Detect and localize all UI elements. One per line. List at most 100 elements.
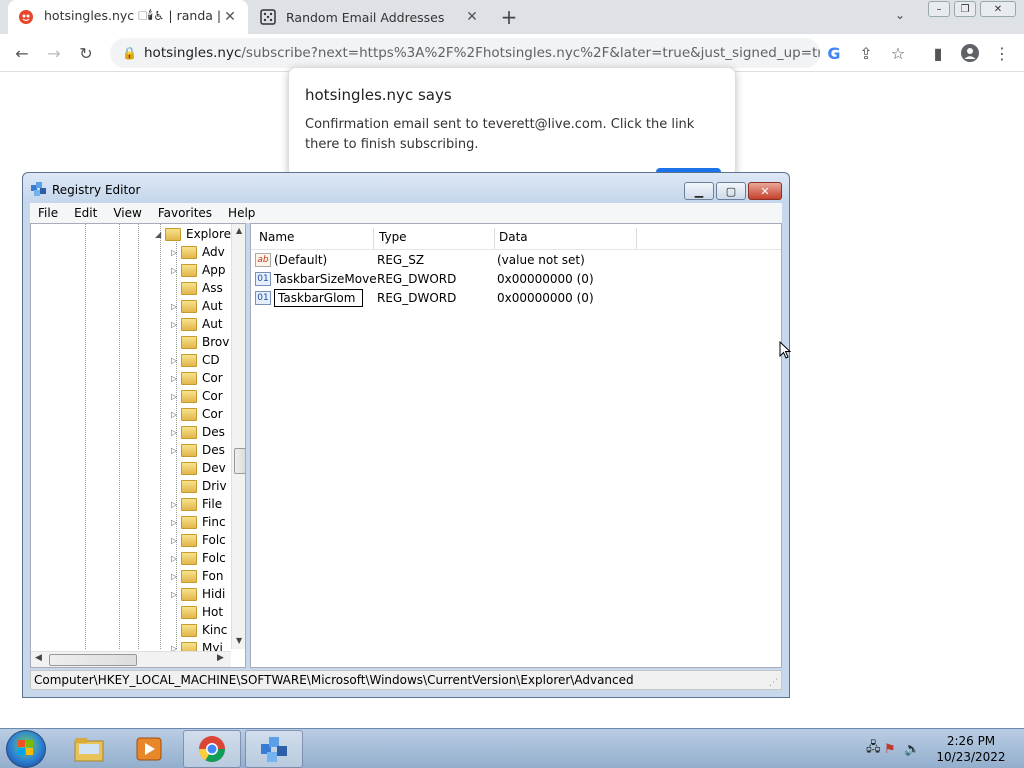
maximize-button[interactable]: ▢ [716,182,746,200]
tree-item[interactable]: ▷ Des [171,423,225,441]
google-lens-icon[interactable]: G [822,41,846,65]
tree-item[interactable]: Kinc [171,621,227,639]
value-row-taskbarglom[interactable]: 01 REG_DWORD 0x00000000 (0) [255,289,775,307]
column-separator[interactable] [373,228,374,250]
expand-arrow-icon[interactable]: ▷ [171,446,181,455]
values-list-pane[interactable]: Name Type Data ab (Default) REG_SZ (valu… [250,223,782,668]
tree-item[interactable]: ▷ Fon [171,567,223,585]
minimize-button[interactable]: ▁ [684,182,714,200]
expand-arrow-icon[interactable]: ▷ [171,266,181,275]
chrome-taskbar-button[interactable] [183,730,241,768]
expand-arrow-icon[interactable]: ▷ [171,392,181,401]
close-tab-icon[interactable]: ✕ [222,9,238,25]
tree-item[interactable]: ▷ Aut [171,315,223,333]
tab-random-email[interactable]: Random Email Addresses ✕ [250,0,490,34]
close-button[interactable]: ✕ [748,182,782,200]
expand-arrow-icon[interactable]: ▷ [171,428,181,437]
scroll-down-arrow-icon[interactable]: ▼ [236,636,242,645]
forward-arrow-icon[interactable]: → [42,41,66,65]
tree-item[interactable]: ▷ Cor [171,369,223,387]
tree-item[interactable]: Dev [171,459,226,477]
expand-arrow-icon[interactable]: ▷ [171,518,181,527]
scroll-left-arrow-icon[interactable]: ◀ [35,653,42,663]
star-bookmark-icon[interactable]: ☆ [886,41,910,65]
menu-help[interactable]: Help [220,206,263,220]
header-divider [251,249,781,250]
minimize-window-button[interactable]: – [928,1,950,17]
volume-icon[interactable]: 🔈 [904,742,924,757]
tree-item[interactable]: Ass [171,279,223,297]
taskbar-clock[interactable]: 2:26 PM 10/23/2022 [928,733,1014,765]
tree-item[interactable]: Brov [171,333,229,351]
expand-arrow-icon[interactable]: ▷ [171,320,181,329]
tree-item[interactable]: Hot [171,603,223,621]
explorer-taskbar-button[interactable] [60,730,118,768]
start-button[interactable] [6,730,46,768]
menu-edit[interactable]: Edit [66,206,105,220]
media-player-taskbar-button[interactable] [120,730,178,768]
folder-icon [181,533,197,547]
value-row-taskbarsizemove[interactable]: 01 TaskbarSizeMove REG_DWORD 0x00000000 … [255,270,775,288]
expand-arrow-icon[interactable]: ▷ [171,500,181,509]
tree-item[interactable]: ▷ Adv [171,243,225,261]
expand-arrow-icon[interactable]: ▷ [171,554,181,563]
menu-view[interactable]: View [105,206,149,220]
scroll-up-arrow-icon[interactable]: ▲ [236,226,242,235]
expand-arrow-icon[interactable]: ▷ [171,302,181,311]
expand-arrow-icon[interactable]: ▷ [171,590,181,599]
column-separator[interactable] [636,228,637,250]
column-header-name[interactable]: Name [259,230,294,250]
network-icon[interactable]: 🖧 [866,738,884,760]
tree-item[interactable]: Driv [171,477,227,495]
expand-arrow-icon[interactable]: ▷ [171,374,181,383]
expand-arrow-icon[interactable]: ▷ [171,572,181,581]
tree-item[interactable]: ▷ Folc [171,549,226,567]
title-bar[interactable]: Registry Editor ▁ ▢ ✕ [23,173,789,203]
action-center-flag-icon[interactable]: ⚑ [884,742,904,757]
side-panel-icon[interactable]: ▮ [926,41,950,65]
key-tree-pane[interactable]: ◢ Explore ▷ Adv ▷ App Ass ▷ Aut ▷ Aut Brov ▷ CD ▷ Cor… [30,223,246,668]
tab-hotsingles[interactable]: hotsingles.nyc 🗆🕯♿ | randa | Su ✕ [8,0,248,34]
menu-file[interactable]: File [30,206,66,220]
tree-item[interactable]: ▷ File [171,495,222,513]
tree-item[interactable]: ▷ Aut [171,297,223,315]
scroll-right-arrow-icon[interactable]: ▶ [217,653,224,663]
profile-avatar-icon[interactable] [958,41,982,65]
resize-grip-icon[interactable]: ⋰ [769,678,778,688]
column-separator[interactable] [494,228,495,250]
regedit-taskbar-button[interactable] [245,730,303,768]
value-row-default[interactable]: ab (Default) REG_SZ (value not set) [255,251,775,269]
tree-item[interactable]: ▷ Cor [171,387,223,405]
tree-vertical-scrollbar[interactable]: ▲ ▼ [231,224,245,649]
back-arrow-icon[interactable]: ← [10,41,34,65]
tree-item[interactable]: ▷ Cor [171,405,223,423]
expand-arrow-icon[interactable]: ▷ [171,536,181,545]
tree-item[interactable]: ▷ Folc [171,531,226,549]
new-tab-button[interactable]: + [496,5,522,29]
column-header-type[interactable]: Type [379,230,407,250]
reload-icon[interactable]: ↻ [74,41,98,65]
close-window-button[interactable]: ✕ [980,1,1016,17]
tree-item[interactable]: ▷ App [171,261,225,279]
collapse-arrow-icon[interactable]: ◢ [155,230,165,239]
tree-item[interactable]: ▷ Finc [171,513,226,531]
expand-arrow-icon[interactable]: ▷ [171,248,181,257]
tree-horizontal-scrollbar[interactable]: ◀ ▶ [31,651,231,667]
tree-item[interactable]: ▷ Des [171,441,225,459]
tree-item[interactable]: ▷ CD [171,351,220,369]
rename-value-input[interactable] [274,289,363,307]
close-tab-icon[interactable]: ✕ [464,9,480,25]
tree-item-explorer[interactable]: ◢ Explore [155,225,231,243]
scroll-thumb[interactable] [49,654,137,666]
expand-arrow-icon[interactable]: ▷ [171,356,181,365]
restore-window-button[interactable]: ❐ [954,1,976,17]
scroll-thumb[interactable] [234,448,245,474]
menu-favorites[interactable]: Favorites [150,206,220,220]
chevron-down-icon[interactable]: ⌄ [895,8,915,26]
tree-item[interactable]: ▷ Hidi [171,585,225,603]
address-bar[interactable]: 🔒 hotsingles.nyc/subscribe?next=https%3A… [110,38,820,68]
expand-arrow-icon[interactable]: ▷ [171,410,181,419]
column-header-data[interactable]: Data [499,230,528,250]
share-icon[interactable]: ⇪ [854,41,878,65]
kebab-menu-icon[interactable]: ⋮ [990,41,1014,65]
